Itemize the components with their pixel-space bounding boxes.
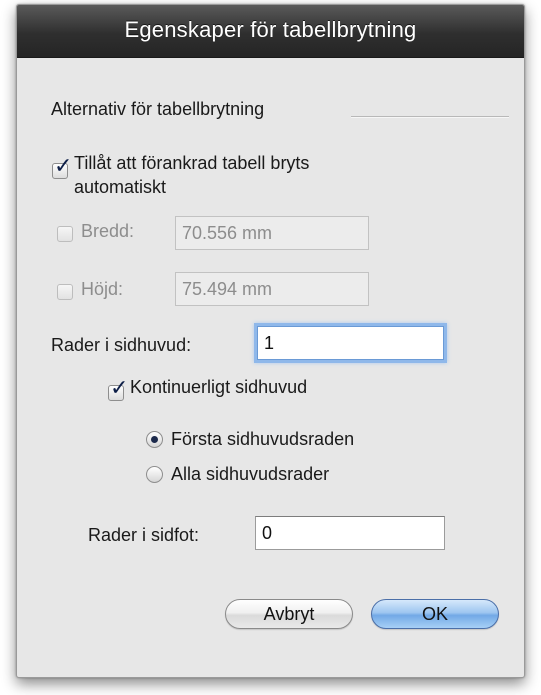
footer-rows-label: Rader i sidfot: [88, 525, 200, 545]
height-checkbox[interactable] [57, 284, 73, 300]
all-header-rows-radio[interactable] [146, 466, 163, 483]
height-field[interactable]: 75.494 mm [175, 272, 369, 306]
all-header-rows-label: Alla sidhuvudsrader [171, 464, 330, 484]
height-label: Höjd: [81, 279, 124, 299]
table-break-properties-dialog: Egenskaper för tabellbrytning Alternativ… [16, 4, 525, 678]
auto-break-label-line1: Tillåt att förankrad tabell bryts [74, 153, 310, 173]
header-rows-field[interactable]: 1 [257, 326, 444, 360]
section-label: Alternativ för tabellbrytning [51, 99, 265, 119]
header-rows-label: Rader i sidhuvud: [51, 335, 192, 355]
width-field[interactable]: 70.556 mm [175, 216, 369, 250]
width-label: Bredd: [81, 221, 135, 241]
first-header-row-radio[interactable] [146, 431, 163, 448]
radio-selected-dot [151, 436, 158, 443]
footer-rows-field[interactable]: 0 [255, 516, 445, 550]
section-divider [351, 116, 509, 118]
checkmark-icon: ✓ [54, 154, 73, 179]
checkmark-icon: ✓ [110, 376, 129, 401]
width-checkbox[interactable] [57, 226, 73, 242]
dialog-title: Egenskaper för tabellbrytning [124, 17, 417, 42]
ok-button[interactable]: OK [371, 599, 499, 629]
auto-break-label-line2: automatiskt [74, 177, 167, 197]
continuous-header-label: Kontinuerligt sidhuvud [130, 377, 308, 397]
auto-break-checkbox[interactable]: ✓ [52, 156, 72, 179]
cancel-button[interactable]: Avbryt [225, 599, 353, 629]
continuous-header-checkbox[interactable]: ✓ [108, 378, 128, 401]
title-bar[interactable]: Egenskaper för tabellbrytning [17, 5, 524, 58]
first-header-row-label: Första sidhuvudsraden [171, 429, 355, 449]
